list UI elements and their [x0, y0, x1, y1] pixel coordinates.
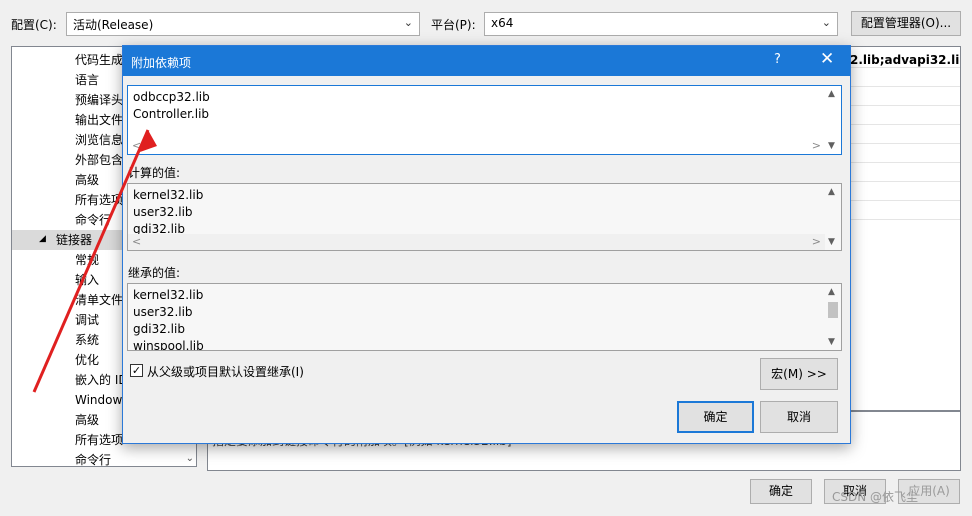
- arrow-shaft: [32, 129, 150, 393]
- annotation-arrow: [32, 129, 157, 393]
